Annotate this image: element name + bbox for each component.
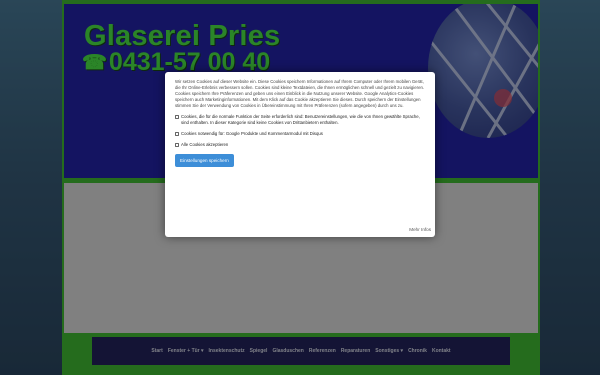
cookie-option-all[interactable]: Alle Cookies akzeptieren <box>175 142 426 148</box>
cookie-option-google[interactable]: Cookies notwendig für: Google Produkte u… <box>175 131 426 137</box>
save-settings-button[interactable]: Einstellungen speichern <box>175 154 234 167</box>
cookie-notice-text: Wir setzen Cookies auf dieser Website ei… <box>175 79 425 108</box>
cookie-option-required[interactable]: Cookies, die für die normale Funktion de… <box>175 114 426 126</box>
cookie-option-all-label: Alle Cookies akzeptieren <box>181 142 229 147</box>
cookie-consent-dialog: Wir setzen Cookies auf dieser Website ei… <box>165 72 435 237</box>
more-info-link[interactable]: Mehr Infos <box>409 227 431 232</box>
cookie-option-google-checkbox[interactable] <box>175 131 179 136</box>
cookie-option-required-label: Cookies, die für die normale Funktion de… <box>181 114 420 125</box>
cookie-option-google-label: Cookies notwendig für: Google Produkte u… <box>181 131 323 136</box>
cookie-option-required-checkbox[interactable] <box>175 114 179 119</box>
cookie-option-all-checkbox[interactable] <box>175 142 179 147</box>
